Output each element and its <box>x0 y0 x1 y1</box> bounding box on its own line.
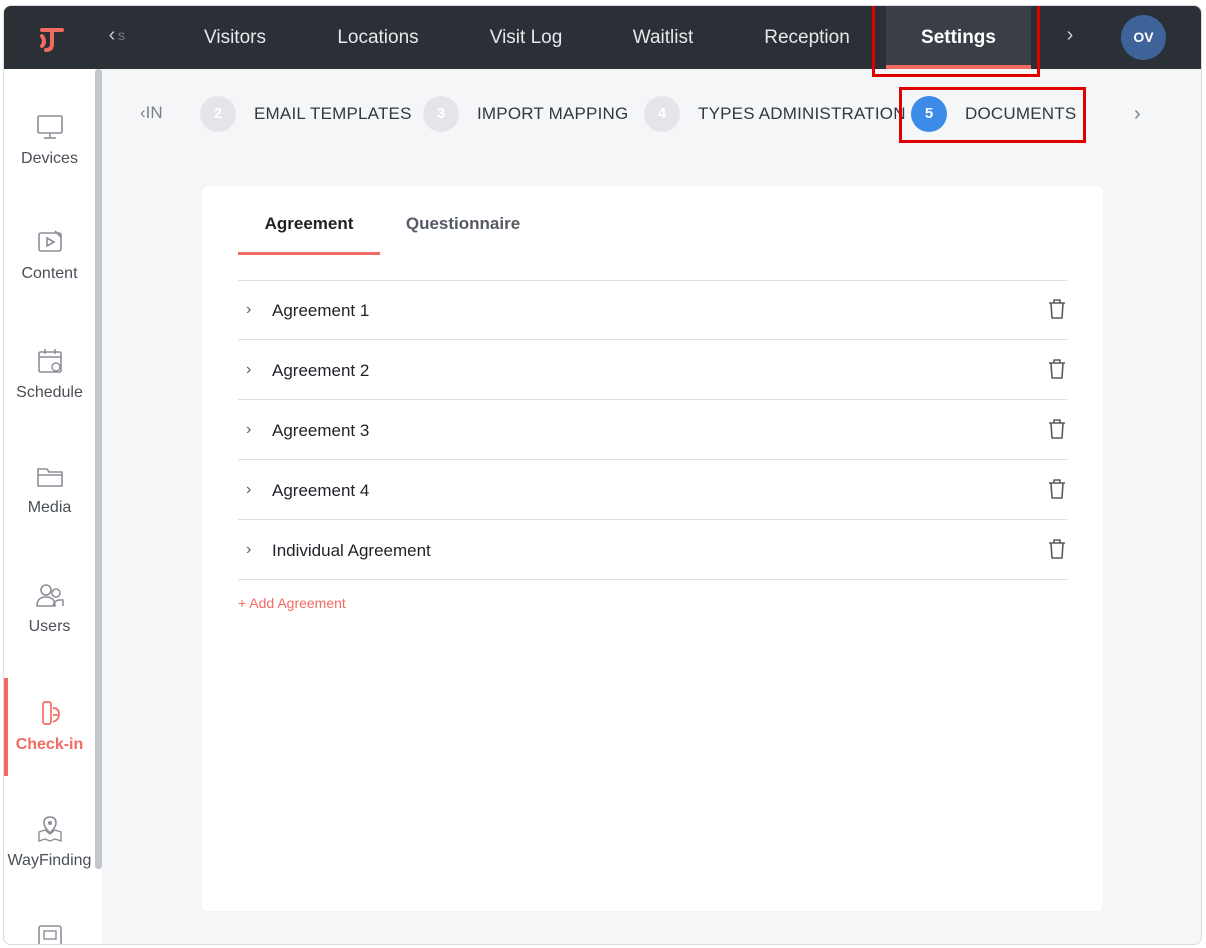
agreement-name: Agreement 4 <box>272 481 370 500</box>
sidebar-item-media[interactable]: Media <box>4 461 95 517</box>
folder-icon <box>36 468 63 487</box>
agreement-row[interactable]: › Agreement 1 <box>238 281 1067 340</box>
agreement-name: Agreement 3 <box>272 421 370 440</box>
agreement-row[interactable]: › Agreement 4 <box>238 461 1067 520</box>
documents-card: Agreement Questionnaire › Agreement 1 › … <box>202 186 1103 911</box>
chevron-right-icon[interactable]: › <box>246 301 251 319</box>
sidebar-item-label: Devices <box>21 150 78 167</box>
chevron-right-icon: › <box>1066 24 1074 46</box>
active-sidebar-indicator <box>4 678 8 776</box>
nav-visitors[interactable]: Visitors <box>189 6 281 69</box>
step-types-administration[interactable]: 4 TYPES ADMINISTRATION <box>644 95 906 133</box>
nav-waitlist[interactable]: Waitlist <box>620 6 706 69</box>
sidebar-item-label: Users <box>28 618 71 635</box>
agreement-name: Individual Agreement <box>272 541 431 560</box>
step-number: 3 <box>423 96 459 132</box>
sidebar-item-label: Schedule <box>16 384 83 401</box>
nav-settings-label: Settings <box>921 27 996 48</box>
chevron-right-icon[interactable]: › <box>246 361 251 379</box>
chevron-right-icon[interactable]: › <box>246 541 251 559</box>
check-in-icon <box>41 701 60 725</box>
trash-icon[interactable] <box>1047 478 1067 500</box>
step-email-templates[interactable]: 2 EMAIL TEMPLATES <box>200 95 412 133</box>
agreement-name: Agreement 2 <box>272 361 370 380</box>
agreement-row[interactable]: › Individual Agreement <box>238 521 1067 580</box>
step-documents[interactable]: 5 DOCUMENTS <box>911 95 1076 133</box>
content-icon <box>37 230 62 252</box>
step-label: IMPORT MAPPING <box>477 104 629 123</box>
step-label: EMAIL TEMPLATES <box>254 104 412 123</box>
stepper-scroll-right-button[interactable]: › <box>1134 103 1141 126</box>
sidebar-scrollbar[interactable] <box>95 69 102 869</box>
app-logo-icon[interactable] <box>36 22 70 56</box>
nav-locations[interactable]: Locations <box>328 6 428 69</box>
app-window: ‹ s Visitors Locations Visit Log Waitlis… <box>3 5 1202 945</box>
sidebar-item-check-in[interactable]: Check-in <box>4 678 95 776</box>
trash-icon[interactable] <box>1047 298 1067 320</box>
step-label: TYPES ADMINISTRATION <box>698 104 906 123</box>
tab-questionnaire[interactable]: Questionnaire <box>392 214 534 254</box>
topnav-scroll-right-button[interactable]: › <box>1058 24 1082 47</box>
step-number: 4 <box>644 96 680 132</box>
add-agreement-link[interactable]: + Add Agreement <box>238 595 346 611</box>
monitor-icon <box>36 115 63 139</box>
sidebar-item-label: Check-in <box>15 736 84 753</box>
active-nav-underline <box>886 65 1031 69</box>
agreement-row[interactable]: › Agreement 2 <box>238 341 1067 400</box>
calendar-device-icon[interactable] <box>35 922 65 945</box>
tab-label: Agreement <box>264 214 354 233</box>
step-label: DOCUMENTS <box>965 104 1077 123</box>
sidebar-item-users[interactable]: Users <box>4 580 95 636</box>
topnav-scroll-left-button[interactable]: ‹ s <box>100 24 125 47</box>
calendar-icon <box>37 349 62 373</box>
trash-icon[interactable] <box>1047 358 1067 380</box>
truncated-nav-label: s <box>118 27 125 43</box>
top-navigation-bar: ‹ s Visitors Locations Visit Log Waitlis… <box>4 6 1201 69</box>
sidebar-item-schedule[interactable]: Schedule <box>4 346 95 402</box>
sidebar-item-wayfinding[interactable]: WayFinding <box>4 814 95 870</box>
sidebar-item-label: Content <box>21 265 78 282</box>
agreement-name: Agreement 1 <box>272 301 370 320</box>
step-number: 5 <box>911 96 947 132</box>
nav-reception[interactable]: Reception <box>754 6 860 69</box>
tab-label: Questionnaire <box>405 214 521 233</box>
chevron-right-icon[interactable]: › <box>246 481 251 499</box>
step-number: 2 <box>200 96 236 132</box>
sidebar-item-label: Media <box>27 499 72 516</box>
active-tab-underline <box>238 252 380 255</box>
sidebar-item-devices[interactable]: Devices <box>4 112 95 168</box>
trash-icon[interactable] <box>1047 538 1067 560</box>
stepper-scroll-left-button[interactable]: ‹IN <box>140 103 163 123</box>
sidebar-item-label: WayFinding <box>7 852 92 869</box>
users-icon <box>35 584 64 607</box>
map-pin-icon <box>37 816 62 842</box>
tab-agreement[interactable]: Agreement <box>238 214 380 255</box>
user-avatar[interactable]: OV <box>1121 15 1166 60</box>
sidebar-item-content[interactable]: Content <box>4 227 95 283</box>
nav-settings[interactable]: Settings <box>886 6 1031 69</box>
chevron-right-icon[interactable]: › <box>246 421 251 439</box>
step-import-mapping[interactable]: 3 IMPORT MAPPING <box>423 95 628 133</box>
chevron-left-icon: ‹ <box>108 24 116 46</box>
trash-icon[interactable] <box>1047 418 1067 440</box>
agreement-row[interactable]: › Agreement 3 <box>238 401 1067 460</box>
nav-visit-log[interactable]: Visit Log <box>480 6 572 69</box>
